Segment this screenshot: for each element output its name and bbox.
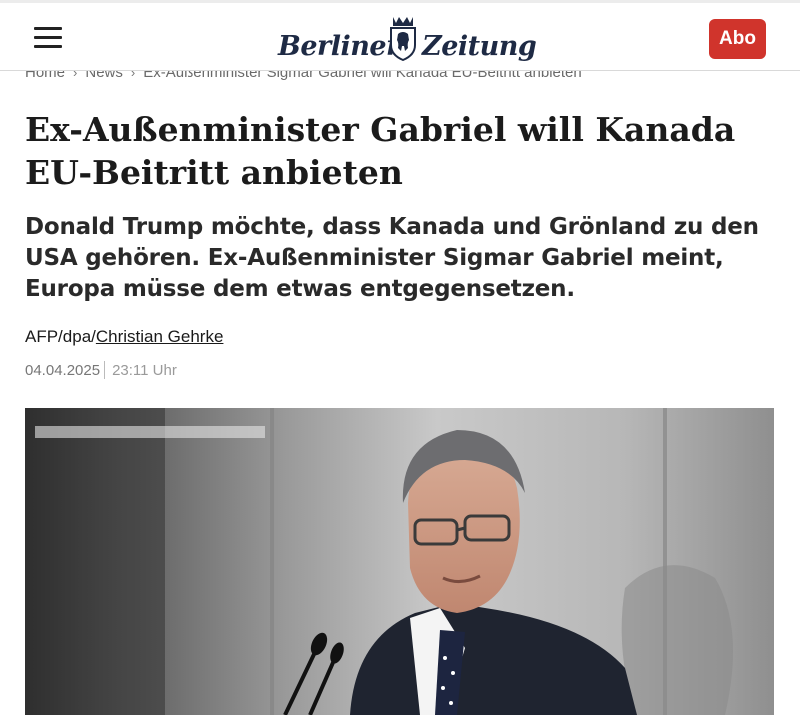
site-header: Berliner Zeitung Abo bbox=[0, 0, 800, 71]
publish-date: 04.04.2025 bbox=[25, 361, 101, 379]
dateline: 04.04.2025 23:11 Uhr bbox=[25, 361, 177, 379]
article-photo-illustration bbox=[25, 408, 774, 715]
site-logo[interactable]: Berliner Zeitung bbox=[276, 13, 537, 65]
article-lead: Donald Trump möchte, dass Kanada und Grö… bbox=[25, 214, 759, 302]
author-agencies: AFP/dpa/ bbox=[25, 327, 96, 346]
abo-button[interactable]: Abo bbox=[709, 19, 766, 59]
hamburger-menu-icon[interactable] bbox=[34, 27, 62, 49]
article-headline: Ex-Außenminister Gabriel will Kanada EU-… bbox=[25, 110, 736, 192]
author-line: AFP/dpa/Christian Gehrke bbox=[25, 327, 223, 347]
author-link[interactable]: Christian Gehrke bbox=[96, 327, 224, 346]
date-divider bbox=[104, 361, 106, 379]
logo-text-right: Zeitung bbox=[422, 31, 537, 62]
article-photo[interactable] bbox=[25, 408, 774, 715]
publish-time: 23:11 Uhr bbox=[112, 361, 177, 379]
logo-text-left: Berliner bbox=[278, 31, 400, 62]
coat-of-arms-icon bbox=[390, 17, 416, 61]
